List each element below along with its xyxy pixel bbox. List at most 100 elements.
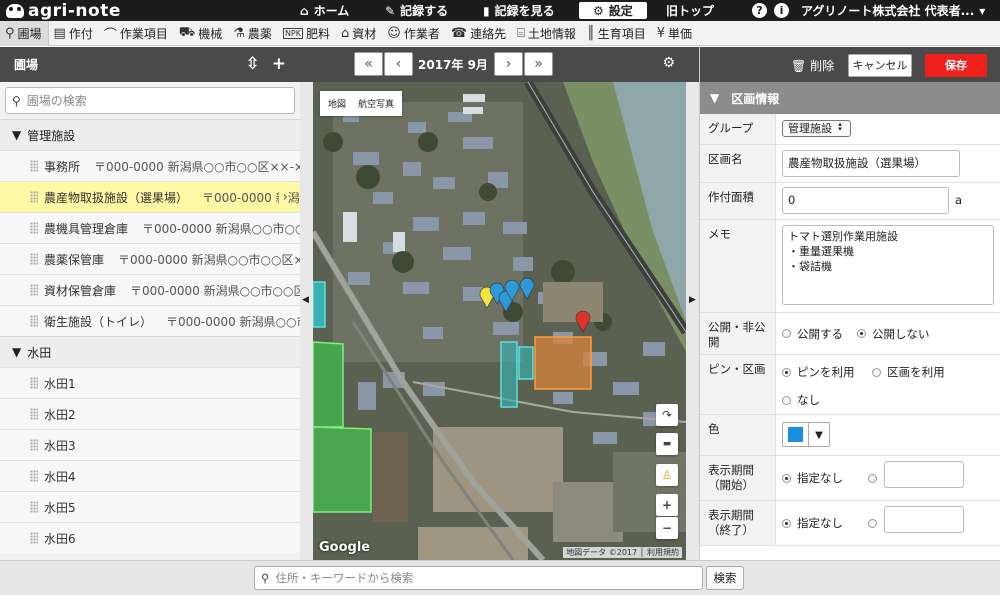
cancel-button[interactable]: キャンセル [848, 54, 912, 77]
tractor-icon: ⛟ [178, 24, 196, 40]
name-field[interactable]: 農産物取扱施設（選果場） [782, 150, 960, 177]
list-item[interactable]: 水田5 [0, 491, 300, 522]
list-item[interactable]: 衛生施設（トイレ） 〒000-0000 新潟県○○市○○区××-×× [0, 305, 300, 336]
help-icon[interactable]: ? [752, 3, 767, 18]
drag-handle-icon[interactable] [30, 284, 38, 296]
nav-view-record-label: 記録を見る [494, 4, 555, 18]
category-work-item[interactable]: ⌒ 作業項目 [99, 21, 174, 46]
aerial-map[interactable]: 地図 航空写真 ↷ ▬ ♙ + − Google 地図データ ©2017 │ 利… [313, 82, 686, 560]
prev-month-button[interactable]: ‹ [384, 52, 413, 76]
start-date-field[interactable] [884, 461, 964, 488]
next-year-button[interactable]: » [524, 52, 553, 76]
group-header-facility[interactable]: ▼ 管理施設 [0, 119, 300, 150]
section-header[interactable]: ▼ 区画情報 [700, 82, 1000, 114]
list-item[interactable]: 水田1 [0, 367, 300, 398]
list-item[interactable]: 水田6 [0, 522, 300, 553]
zoom-in-icon[interactable]: + [656, 494, 678, 516]
map-type-aerial[interactable]: 航空写真 [358, 97, 394, 110]
info-icon[interactable]: i [774, 3, 789, 18]
drag-handle-icon[interactable] [30, 501, 38, 513]
drag-handle-icon[interactable] [30, 253, 38, 265]
category-machine[interactable]: ⛟ 機械 [174, 21, 228, 46]
category-growth[interactable]: ║ 生育項目 [582, 21, 652, 46]
field-detail-panel: 🗑 削除 キャンセル 保存 ▼ 区画情報 グループ 管理施設 区画名 農産物取扱… [699, 47, 1000, 560]
delete-button[interactable]: 🗑 削除 [791, 57, 834, 74]
category-worker[interactable]: ☺ 作業者 [382, 21, 446, 46]
drag-handle-icon[interactable] [30, 160, 38, 172]
drag-handle-icon[interactable] [30, 315, 38, 327]
gear-icon[interactable]: ⚙ [662, 55, 675, 71]
nav-view-record[interactable]: ▮ 記録を見る [483, 0, 555, 21]
use-pin-radio[interactable]: ピンを利用 [782, 364, 855, 380]
category-fertilizer[interactable]: NPK 肥料 [278, 21, 336, 46]
area-field[interactable]: 0 [782, 186, 949, 214]
list-item[interactable]: 資材保管倉庫 〒000-0000 新潟県○○市○○区××-×× [0, 274, 300, 305]
list-item-selected[interactable]: 農産物取扱施設（選果場） 〒000-0000 新潟県○○市○○区 › [0, 181, 300, 212]
map-credit[interactable]: 地図データ ©2017 │ 利用規約 [563, 547, 682, 558]
end-unspecified-radio[interactable]: 指定なし [782, 515, 843, 531]
none-radio[interactable]: なし [782, 392, 820, 408]
category-unit-price[interactable]: ¥ 単価 [652, 21, 698, 46]
search-button[interactable]: 検索 [706, 566, 744, 590]
address-search-input[interactable]: ⚲ 住所・キーワードから検索 [254, 566, 703, 590]
app-logo[interactable]: agri-note [6, 1, 121, 21]
nav-settings[interactable]: ⚙ 設定 [579, 2, 647, 19]
radio-on [857, 329, 866, 338]
list-item[interactable]: 水田2 [0, 398, 300, 429]
frog-logo-icon [6, 4, 24, 18]
list-item[interactable]: 事務所 〒000-0000 新潟県○○市○○区××-×× [0, 150, 300, 181]
pegman-icon[interactable]: ♙ [656, 464, 678, 486]
memo-textarea[interactable]: トマト選別作業用施設 ・重量選果機 ・袋詰機 [782, 225, 994, 305]
map-type-map[interactable]: 地図 [328, 97, 346, 110]
category-contact[interactable]: ☎ 連絡先 [446, 21, 512, 46]
collapse-left-arrow-icon[interactable]: ◀ [302, 295, 309, 305]
nav-old-top[interactable]: 旧トップ [666, 0, 714, 21]
group-header-paddy[interactable]: ▼ 水田 [0, 336, 300, 367]
drag-handle-icon[interactable] [30, 408, 38, 420]
category-field[interactable]: ⚲ 圃場 [0, 20, 49, 46]
zoom-out-icon[interactable]: − [656, 517, 678, 539]
field-label: 表示期間（終了） [700, 501, 776, 545]
collapse-right-arrow-icon[interactable]: ▶ [689, 295, 696, 305]
end-date-radio[interactable] [868, 518, 877, 528]
group-select[interactable]: 管理施設 [782, 120, 851, 137]
start-unspecified-radio[interactable]: 指定なし [782, 470, 843, 486]
end-date-field[interactable] [884, 506, 964, 533]
drag-handle-icon[interactable] [30, 377, 38, 389]
area-unit: a [955, 193, 963, 207]
home-icon: ⌂ [300, 3, 309, 18]
nav-home[interactable]: ⌂ ホーム [300, 0, 349, 21]
drag-handle-icon[interactable] [30, 191, 38, 203]
drag-handle-icon[interactable] [30, 470, 38, 482]
account-menu[interactable]: アグリノート株式会社 代表者... ▾ [801, 0, 985, 21]
list-item[interactable]: 農機具管理倉庫 〒000-0000 新潟県○○市○○区××-×× [0, 212, 300, 243]
category-land-info[interactable]: ⌸ 土地情報 [512, 21, 582, 46]
category-pesticide[interactable]: ⚗ 農薬 [228, 21, 278, 46]
rotate-icon[interactable]: ↷ [656, 404, 678, 426]
private-radio[interactable]: 公開しない [857, 326, 930, 342]
nav-record[interactable]: ✎ 記録する [385, 0, 448, 21]
tilt-icon[interactable]: ▬ [656, 433, 678, 455]
use-polygon-radio[interactable]: 区画を利用 [872, 364, 945, 380]
category-crop[interactable]: ▤ 作付 [49, 21, 99, 46]
field-search-input[interactable]: ⚲ 圃場の検索 [5, 87, 295, 114]
category-material[interactable]: ⌂ 資材 [336, 21, 382, 46]
drag-handle-icon[interactable] [30, 532, 38, 544]
list-item[interactable]: 農薬保管庫 〒000-0000 新潟県○○市○○区××-×× [0, 243, 300, 274]
field-list-header: 圃場 ⇳ + [0, 47, 300, 82]
chevron-right-icon: › [505, 56, 512, 72]
public-radio[interactable]: 公開する [782, 326, 843, 342]
next-month-button[interactable]: › [494, 52, 523, 76]
add-icon[interactable]: + [272, 55, 286, 73]
prev-year-button[interactable]: « [354, 52, 383, 76]
list-item[interactable]: 水田3 [0, 429, 300, 460]
reorder-icon[interactable]: ⇳ [246, 55, 260, 73]
category-label: 作業者 [403, 26, 440, 41]
nav-home-label: ホーム [313, 4, 350, 18]
color-picker[interactable]: ▼ [782, 422, 830, 447]
save-button[interactable]: 保存 [925, 54, 987, 77]
drag-handle-icon[interactable] [30, 222, 38, 234]
start-date-radio[interactable] [868, 473, 877, 483]
drag-handle-icon[interactable] [30, 439, 38, 451]
list-item[interactable]: 水田4 [0, 460, 300, 491]
